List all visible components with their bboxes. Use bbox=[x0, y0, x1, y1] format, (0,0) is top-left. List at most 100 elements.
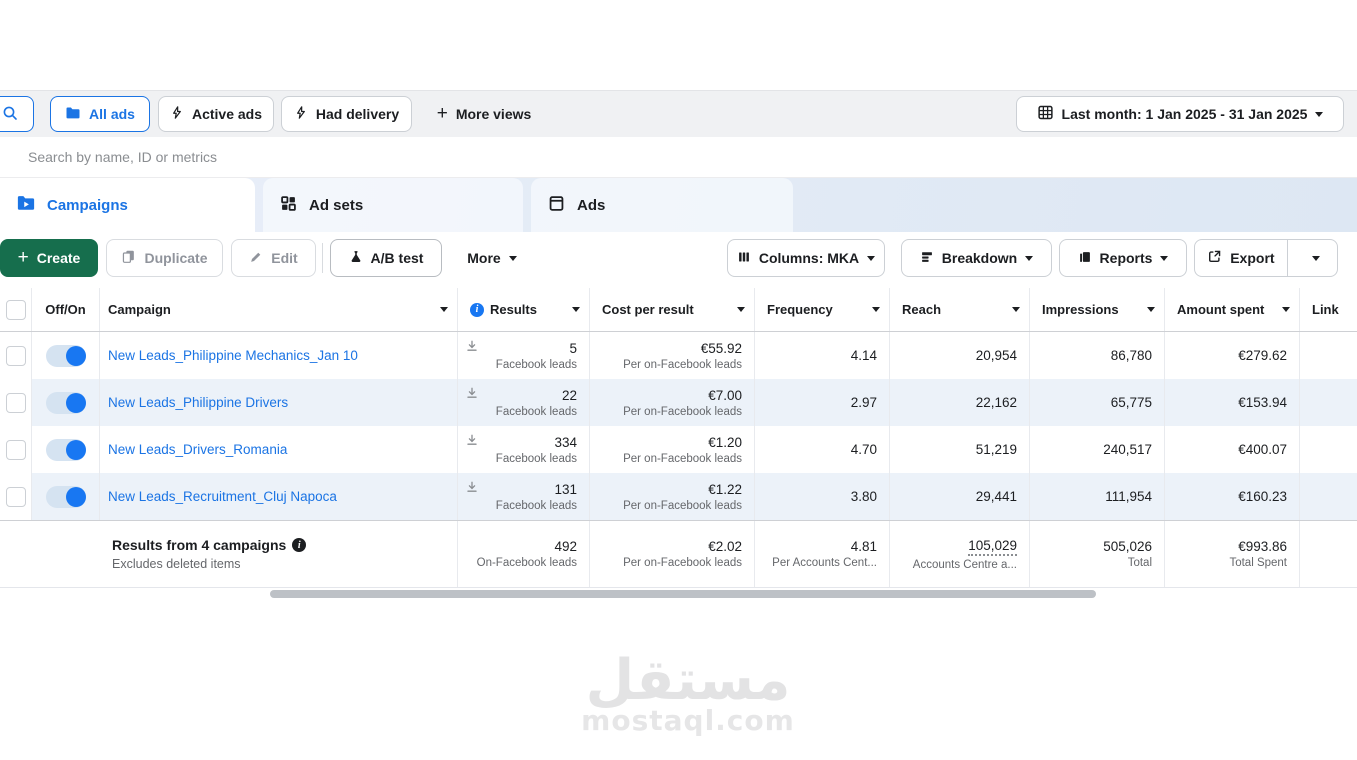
toggle-knob bbox=[65, 345, 86, 366]
campaign-toggle[interactable] bbox=[45, 391, 86, 414]
campaign-toggle[interactable] bbox=[45, 485, 86, 508]
create-button[interactable]: + Create bbox=[0, 239, 98, 277]
sort-caret-icon[interactable] bbox=[440, 306, 448, 312]
summary-impressions-label: Total bbox=[1127, 557, 1152, 569]
reports-button[interactable]: Reports bbox=[1059, 239, 1187, 277]
toggle-knob bbox=[65, 439, 86, 460]
columns-button[interactable]: Columns: MKA bbox=[727, 239, 885, 277]
table-row: New Leads_Philippine Mechanics_Jan 10 5 F… bbox=[0, 332, 1357, 379]
sort-caret-icon[interactable] bbox=[1282, 306, 1290, 312]
sort-caret-icon[interactable] bbox=[872, 306, 880, 312]
campaign-name-link[interactable]: New Leads_Recruitment_Cluj Napoca bbox=[100, 489, 337, 504]
cost-value: €1.22 bbox=[708, 481, 742, 497]
campaign-toggle[interactable] bbox=[45, 438, 86, 461]
search-input[interactable] bbox=[0, 137, 1328, 177]
spent-value: €153.94 bbox=[1238, 395, 1287, 410]
column-header-campaign[interactable]: Campaign bbox=[100, 288, 458, 331]
ab-test-button[interactable]: A/B test bbox=[330, 239, 442, 277]
column-header-link[interactable]: Link bbox=[1300, 288, 1357, 331]
download-icon[interactable] bbox=[466, 480, 478, 498]
chevron-down-icon bbox=[1312, 255, 1321, 261]
results-label: Facebook leads bbox=[495, 499, 577, 512]
info-icon[interactable] bbox=[292, 538, 307, 552]
plus-icon: + bbox=[17, 246, 29, 268]
export-icon bbox=[1207, 249, 1222, 267]
cost-label: Per on-Facebook leads bbox=[623, 499, 742, 512]
columns-icon bbox=[737, 250, 751, 267]
summary-cost-value: €2.02 bbox=[708, 539, 742, 554]
horizontal-scrollbar[interactable] bbox=[270, 590, 1096, 598]
summary-spent-label: Total Spent bbox=[1229, 557, 1287, 569]
campaign-toggle[interactable] bbox=[45, 344, 86, 367]
spent-value: €160.23 bbox=[1238, 489, 1287, 504]
breakdown-icon bbox=[920, 250, 934, 267]
views-toolbar: All ads Active ads Had delivery + More v… bbox=[0, 90, 1357, 137]
column-header-reach[interactable]: Reach bbox=[890, 288, 1030, 331]
campaigns-folder-icon bbox=[16, 193, 36, 217]
cost-label: Per on-Facebook leads bbox=[623, 405, 742, 418]
duplicate-label: Duplicate bbox=[144, 250, 208, 266]
plus-icon: + bbox=[436, 102, 448, 124]
info-icon[interactable] bbox=[470, 302, 484, 317]
reach-value: 29,441 bbox=[975, 489, 1017, 504]
search-icon bbox=[2, 105, 18, 124]
sort-caret-icon[interactable] bbox=[1147, 306, 1155, 312]
reach-value: 51,219 bbox=[975, 442, 1017, 457]
export-button[interactable]: Export bbox=[1195, 240, 1288, 276]
chevron-down-icon bbox=[508, 255, 517, 261]
date-range-button[interactable]: Last month: 1 Jan 2025 - 31 Jan 2025 bbox=[1016, 96, 1344, 132]
had-delivery-button[interactable]: Had delivery bbox=[281, 96, 412, 132]
summary-reach-value[interactable]: 105,029 bbox=[968, 538, 1017, 556]
row-checkbox[interactable] bbox=[5, 345, 26, 366]
row-checkbox[interactable] bbox=[5, 486, 26, 507]
campaign-name-link[interactable]: New Leads_Philippine Drivers bbox=[100, 395, 288, 410]
summary-impressions-value: 505,026 bbox=[1103, 539, 1152, 554]
toggle-knob bbox=[65, 486, 86, 507]
breakdown-button[interactable]: Breakdown bbox=[901, 239, 1052, 277]
table-row: New Leads_Drivers_Romania 334 Facebook le… bbox=[0, 426, 1357, 473]
campaign-name-link[interactable]: New Leads_Drivers_Romania bbox=[100, 442, 287, 457]
impressions-value: 111,954 bbox=[1105, 489, 1152, 504]
folder-icon bbox=[65, 105, 81, 124]
column-header-frequency[interactable]: Frequency bbox=[755, 288, 890, 331]
tab-ad-sets[interactable]: Ad sets bbox=[263, 178, 523, 232]
results-value: 5 bbox=[569, 340, 577, 356]
more-label: More bbox=[467, 250, 501, 266]
summary-row: Results from 4 campaigns Excludes delete… bbox=[0, 520, 1357, 588]
all-ads-button[interactable]: All ads bbox=[50, 96, 150, 132]
download-icon[interactable] bbox=[466, 339, 478, 357]
row-checkbox[interactable] bbox=[5, 392, 26, 413]
toggle-knob bbox=[65, 392, 86, 413]
column-header-cost-per-result[interactable]: Cost per result bbox=[590, 288, 755, 331]
lightning-icon bbox=[294, 105, 308, 123]
row-checkbox[interactable] bbox=[5, 439, 26, 460]
tab-campaigns[interactable]: Campaigns bbox=[0, 178, 255, 232]
export-dropdown-button[interactable] bbox=[1296, 240, 1337, 276]
download-icon[interactable] bbox=[466, 386, 478, 404]
sort-caret-icon[interactable] bbox=[737, 306, 745, 312]
table-row: New Leads_Philippine Drivers 22 Facebook … bbox=[0, 379, 1357, 426]
summary-spent-value: €993.86 bbox=[1238, 539, 1287, 554]
more-views-button[interactable]: + More views bbox=[426, 96, 542, 132]
export-label: Export bbox=[1230, 250, 1275, 266]
sort-caret-icon[interactable] bbox=[572, 306, 580, 312]
sort-caret-icon[interactable] bbox=[1012, 306, 1020, 312]
duplicate-button[interactable]: Duplicate bbox=[106, 239, 223, 277]
frequency-value: 4.14 bbox=[850, 348, 877, 363]
campaign-name-link[interactable]: New Leads_Philippine Mechanics_Jan 10 bbox=[100, 348, 358, 363]
column-header-results[interactable]: Results bbox=[458, 288, 590, 331]
edit-button[interactable]: Edit bbox=[231, 239, 316, 277]
summary-cost-label: Per on-Facebook leads bbox=[623, 557, 742, 569]
cost-label: Per on-Facebook leads bbox=[623, 358, 742, 371]
frequency-value: 4.70 bbox=[850, 442, 877, 457]
search-button[interactable] bbox=[0, 96, 34, 132]
calendar-icon bbox=[1037, 104, 1054, 124]
column-header-amount-spent[interactable]: Amount spent bbox=[1165, 288, 1300, 331]
more-button[interactable]: More bbox=[452, 239, 532, 277]
download-icon[interactable] bbox=[466, 433, 478, 451]
column-header-impressions[interactable]: Impressions bbox=[1030, 288, 1165, 331]
tab-ads[interactable]: Ads bbox=[531, 178, 793, 232]
active-ads-button[interactable]: Active ads bbox=[158, 96, 274, 132]
select-all-checkbox[interactable] bbox=[5, 299, 26, 320]
tab-ads-label: Ads bbox=[577, 196, 606, 214]
